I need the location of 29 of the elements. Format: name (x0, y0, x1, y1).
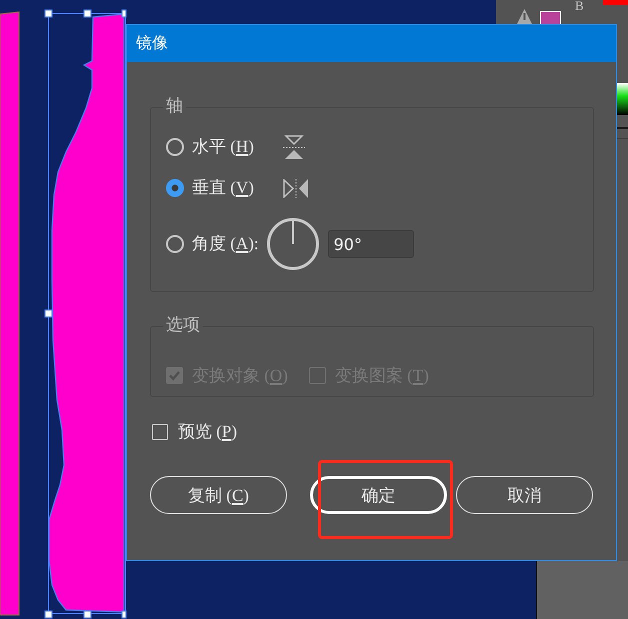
group-title: 轴 (163, 96, 186, 116)
flip-vertical-axis-icon (283, 178, 309, 198)
selection-handle[interactable] (44, 610, 52, 618)
checkbox-label: 预览 (P) (178, 422, 238, 442)
panel-label: B (575, 0, 584, 12)
color-swatch[interactable] (603, 0, 628, 5)
dialog-button[interactable]: 确定 (310, 476, 447, 514)
radio-label: 水平 (H) (192, 137, 255, 157)
checkbox[interactable] (152, 424, 168, 440)
dialog-button[interactable]: 取消 (456, 476, 593, 514)
selection-handle[interactable] (122, 10, 126, 18)
dialog-title: 镜像 (136, 33, 168, 54)
flip-horizontal-axis-icon (283, 134, 305, 160)
radio-button[interactable] (166, 179, 184, 197)
radio-label: 垂直 (V) (192, 178, 255, 198)
dialog-button[interactable]: 复制 (C) (150, 476, 287, 514)
gradient-strip (617, 83, 628, 115)
selection-handle[interactable] (84, 10, 92, 18)
group-title: 选项 (163, 315, 203, 335)
selection-handle[interactable] (44, 310, 52, 318)
radio-button[interactable] (166, 138, 184, 156)
selection-handle[interactable] (84, 610, 92, 618)
color-swatch[interactable] (540, 11, 561, 24)
radio-button[interactable] (166, 235, 184, 253)
angle-field[interactable]: 90° (328, 230, 414, 258)
radio-label: 角度 (A): (192, 234, 259, 254)
angle-dial[interactable] (266, 218, 319, 270)
selection-handle[interactable] (44, 10, 52, 18)
selection-handle[interactable] (122, 610, 126, 618)
